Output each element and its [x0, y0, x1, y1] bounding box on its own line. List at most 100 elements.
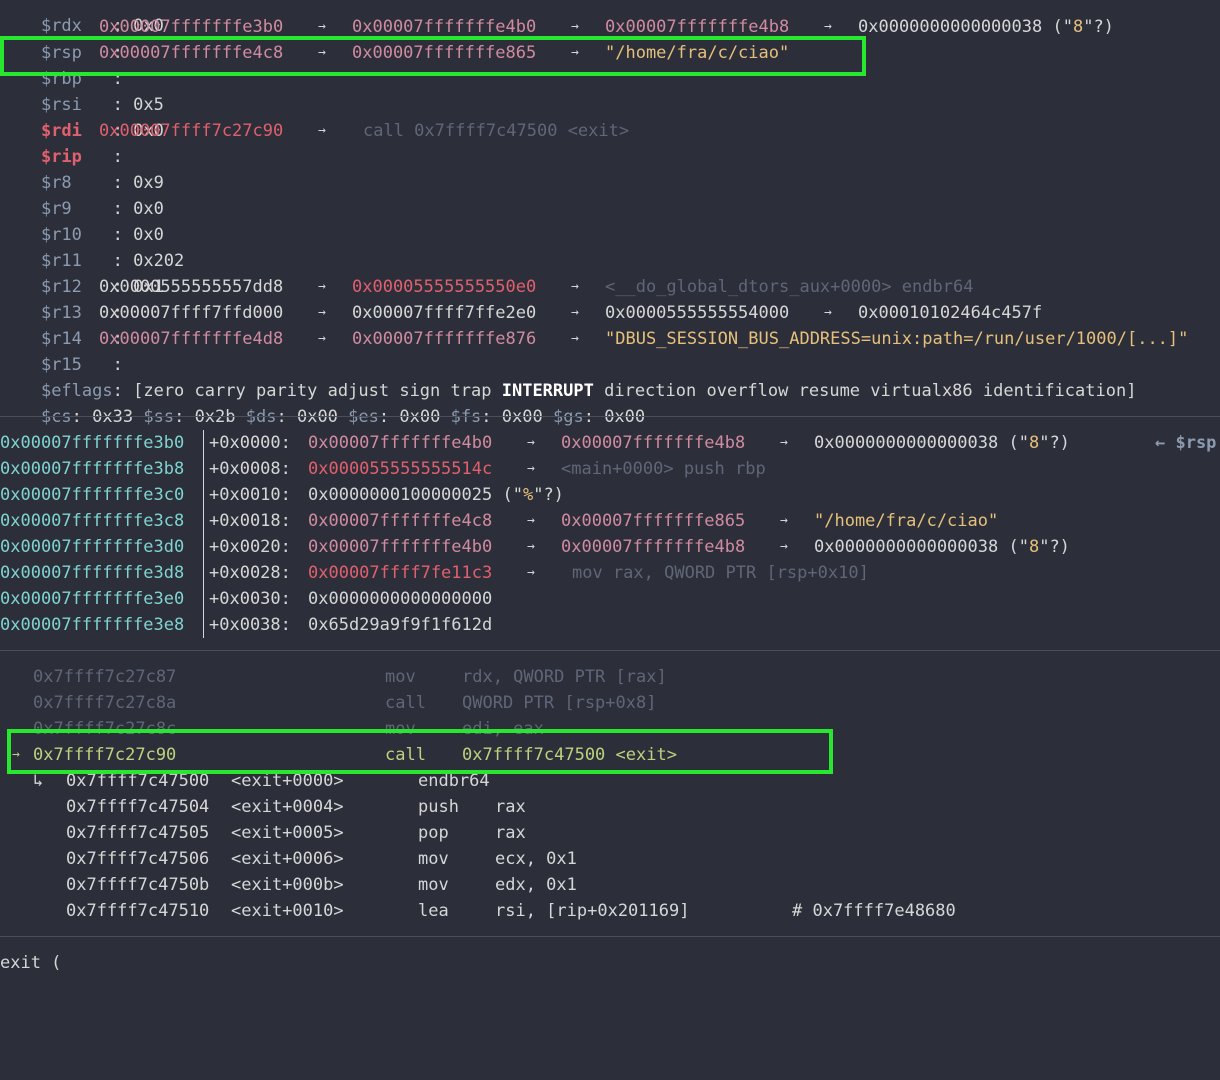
stack-row: 0x00007fffffffe3e0 +0x0030: 0x0000000000… [0, 586, 492, 612]
stack-offset: +0x0020: [209, 537, 302, 557]
stack-value: 0x00007fffffffe4c8 [308, 511, 493, 531]
code-mnemonic: pop [418, 823, 449, 843]
register-value: 0x00007fffffffe4d8 [99, 329, 284, 349]
register-r10: $r10 : 0x0 [0, 196, 164, 245]
section-divider [0, 650, 1220, 651]
code-line: 0x7ffff7c47506 <exit+0006> mov ecx, 0x1 [0, 846, 577, 872]
code-mnemonic: mov [418, 875, 449, 895]
segment-name: $ds [245, 407, 277, 427]
deref-value: 0x0000000000000038 ("8"?) [814, 537, 1070, 557]
stack-address: 0x00007fffffffe3d8 [0, 563, 185, 583]
register-r9: $r9 : 0x0 [0, 170, 164, 219]
deref-instruction: <main+0000> push rbp [561, 459, 766, 479]
code-line: 0x7ffff7c47505 <exit+0005> pop rax [0, 820, 526, 846]
stack-value: 0x00007fffffffe4b0 [308, 433, 493, 453]
stack-row: 0x00007fffffffe3c8 +0x0018: 0x00007fffff… [0, 508, 998, 534]
deref-arrow: → [571, 279, 579, 294]
deref-instruction: mov rax, QWORD PTR [rsp+0x10] [572, 563, 869, 583]
stack-offset: +0x0008: [209, 459, 302, 479]
highlight-box-rbp [0, 36, 866, 76]
deref-instruction: call 0x7ffff7c47500 <exit> [363, 121, 630, 141]
deref-arrow: → [318, 305, 326, 320]
stack-offset: +0x0000: [209, 433, 302, 453]
code-address: 0x7ffff7c27c8a [33, 693, 177, 713]
code-address: 0x7ffff7c4750b [66, 875, 210, 895]
arguments-line: exit ( [0, 953, 62, 973]
highlight-box-current-instruction [7, 729, 833, 774]
deref-arrow: → [571, 305, 579, 320]
deref-arrow: → [780, 513, 788, 528]
stack-address: 0x00007fffffffe3e8 [0, 615, 185, 635]
register-r13: $r13 : 0x0000555555557dd8 → 0x0000555555… [0, 274, 974, 323]
code-operands: QWORD PTR [rsp+0x8] [462, 693, 657, 713]
code-mnemonic: push [418, 797, 459, 817]
deref-value: 0x00005555555550e0 [352, 277, 537, 297]
register-r15: $r15 : 0x00007fffffffe4d8 → 0x00007fffff… [0, 326, 1188, 375]
stack-row: 0x00007fffffffe3b0 +0x0000: 0x00007fffff… [0, 430, 1216, 456]
register-r8: $r8 : 0x9 [0, 144, 164, 193]
deref-value: 0x0000555555554000 [605, 303, 790, 323]
stack-row: 0x00007fffffffe3c0 +0x0010: 0x0000000100… [0, 482, 564, 508]
segment-value: 0x00 [296, 407, 338, 427]
deref-value: 0x00007ffff7ffe2e0 [352, 303, 537, 323]
deref-value: 0x00010102464c457f [858, 303, 1043, 323]
deref-string: "/home/fra/c/ciao" [814, 511, 999, 531]
deref-arrow: → [318, 279, 326, 294]
segment-name: $fs [450, 407, 482, 427]
code-operands: rsi, [rip+0x201169] [495, 901, 690, 921]
code-symbol: <exit+0010> [231, 901, 344, 921]
stack-address: 0x00007fffffffe3b8 [0, 459, 185, 479]
register-r14: $r14 : 0x00007ffff7ffd000 → 0x00007ffff7… [0, 300, 1042, 349]
stack-address: 0x00007fffffffe3c0 [0, 485, 185, 505]
code-operands: edx, 0x1 [495, 875, 577, 895]
deref-instruction: <__do_global_dtors_aux+0000> endbr64 [605, 277, 974, 297]
stack-address: 0x00007fffffffe3c8 [0, 511, 185, 531]
deref-arrow: → [527, 461, 535, 476]
segment-value: 0x2b [194, 407, 236, 427]
stack-row: 0x00007fffffffe3b8 +0x0008: 0x0000555555… [0, 456, 766, 482]
code-address: 0x7ffff7c47505 [66, 823, 210, 843]
section-divider [0, 936, 1220, 937]
deref-arrow: → [318, 331, 326, 346]
stack-address: 0x00007fffffffe3e0 [0, 589, 185, 609]
code-operands: ecx, 0x1 [495, 849, 577, 869]
deref-arrow: → [527, 435, 535, 450]
segment-value: 0x00 [604, 407, 646, 427]
deref-arrow: → [527, 513, 535, 528]
stack-row: 0x00007fffffffe3d0 +0x0020: 0x00007fffff… [0, 534, 1070, 560]
code-symbol: <exit+000b> [231, 875, 344, 895]
stack-value: 0x0000000000000000 [308, 589, 493, 609]
code-operands: rdx, QWORD PTR [rax] [462, 667, 667, 687]
flag-resume: resume [798, 381, 861, 401]
segment-name: $ss [143, 407, 175, 427]
flag-identification: identification [982, 381, 1127, 401]
code-operands: rax [495, 797, 526, 817]
code-symbol: <exit+0004> [231, 797, 344, 817]
code-address: 0x7ffff7c27c87 [33, 667, 177, 687]
register-eflags: $eflags: [zero carry parity adjust sign … [0, 352, 1137, 401]
stack-offset: +0x0030: [209, 589, 302, 609]
register-rdx: $rdx : 0x0 [0, 0, 164, 36]
deref-value: 0x0000000000000038 ("8"?) [814, 433, 1070, 453]
code-address: 0x7ffff7c47504 [66, 797, 210, 817]
code-operands: rax [495, 823, 526, 843]
deref-value: 0x00007fffffffe4b8 [561, 433, 746, 453]
code-symbol: <exit+0006> [231, 849, 344, 869]
segment-registers: $cs: 0x33 $ss: 0x2b $ds: 0x00 $es: 0x00 … [40, 407, 646, 427]
deref-value: 0x00007fffffffe876 [352, 329, 537, 349]
code-mnemonic: lea [418, 901, 449, 921]
segment-name: $gs [552, 407, 584, 427]
code-comment: # 0x7ffff7e48680 [792, 901, 956, 921]
stack-column-divider [203, 430, 204, 638]
stack-row: 0x00007fffffffe3d8 +0x0028: 0x00007ffff7… [0, 560, 869, 586]
stack-offset: +0x0018: [209, 511, 302, 531]
register-rdi: $rdi : 0x0 [0, 92, 164, 141]
deref-arrow: → [780, 539, 788, 554]
register-r12: $r12 : 0x1 [0, 248, 164, 297]
deref-value: 0x00007fffffffe4b8 [561, 537, 746, 557]
stack-value: 0x00007ffff7fe11c3 [308, 563, 493, 583]
deref-value: 0x00007fffffffe865 [561, 511, 746, 531]
code-line: 0x7ffff7c27c87 mov rdx, QWORD PTR [rax] [0, 664, 667, 690]
register-value: 0x00007ffff7ffd000 [99, 303, 284, 323]
register-value: 0x00007ffff7c27c90 [99, 121, 284, 141]
